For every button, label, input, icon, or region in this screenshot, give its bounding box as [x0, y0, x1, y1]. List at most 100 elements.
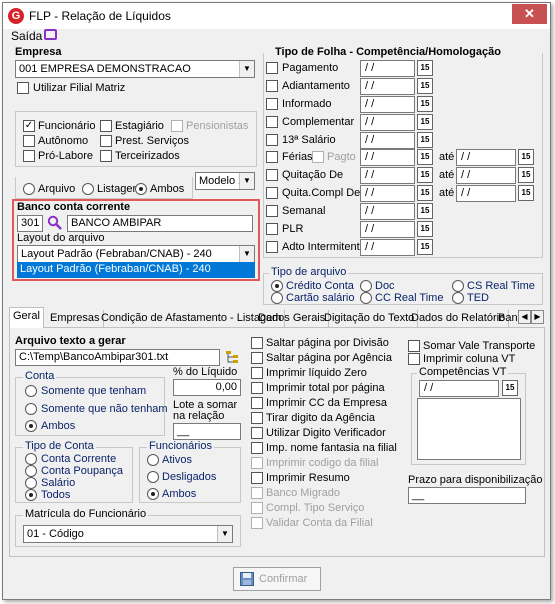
calendar-icon[interactable]: 15 — [417, 114, 433, 130]
opt-liquido-zero-checkbox[interactable] — [251, 367, 263, 379]
arquivo-radio[interactable] — [23, 183, 35, 195]
calendar-icon[interactable]: 15 — [417, 185, 433, 201]
quita-compl-checkbox[interactable] — [266, 187, 278, 199]
opt-compl-tipo-checkbox[interactable] — [251, 502, 263, 514]
opt-saltar-divisao-checkbox[interactable] — [251, 337, 263, 349]
cc-real-radio[interactable] — [360, 292, 372, 304]
opt-total-pagina-checkbox[interactable] — [251, 382, 263, 394]
lote-field[interactable]: __ — [173, 423, 241, 440]
autonomo-checkbox[interactable] — [23, 135, 35, 147]
quita-compl-date[interactable]: / / — [360, 185, 415, 202]
folder-tree-icon[interactable] — [225, 349, 241, 365]
funcionario-checkbox[interactable]: ✓ — [23, 120, 35, 132]
ativos-radio[interactable] — [147, 454, 159, 466]
modelo-select[interactable]: Modelo 2 ▼ — [195, 172, 255, 190]
calendar-icon[interactable]: 15 — [417, 203, 433, 219]
tab-dados-relatorio[interactable]: Dados do Relatório — [408, 310, 510, 328]
todos-radio[interactable] — [25, 489, 37, 501]
calendar-icon[interactable]: 15 — [417, 149, 433, 165]
credito-radio[interactable] — [271, 280, 283, 292]
empresa-select[interactable]: 001 EMPRESA DEMONSTRACAO ▼ — [15, 60, 255, 78]
ferias-date[interactable]: / / — [360, 149, 415, 166]
somar-vale-checkbox[interactable] — [408, 340, 420, 352]
cs-real-radio[interactable] — [452, 280, 464, 292]
adiantamento-checkbox[interactable] — [266, 80, 278, 92]
matricula-select[interactable]: 01 - Código ▼ — [23, 525, 233, 543]
calendar-icon[interactable]: 15 — [417, 221, 433, 237]
tab-geral[interactable]: Geral — [9, 307, 44, 328]
ferias-checkbox[interactable] — [266, 151, 278, 163]
semanal-checkbox[interactable] — [266, 205, 278, 217]
opt-nome-fantasia-checkbox[interactable] — [251, 442, 263, 454]
tab-digitacao[interactable]: Digitação do Texto — [321, 310, 419, 328]
somente-tenham-radio[interactable] — [25, 385, 37, 397]
pro-labore-checkbox[interactable] — [23, 150, 35, 162]
terceirizados-checkbox[interactable] — [100, 150, 112, 162]
menu-saida[interactable]: Saída — [11, 29, 42, 43]
semanal-date[interactable]: / / — [360, 203, 415, 220]
adiantamento-date[interactable]: / / — [360, 78, 415, 95]
layout-option[interactable]: Layout Padrão (Febraban/CNAB) - 240 — [17, 262, 255, 278]
ferias-ate-date[interactable]: / / — [456, 149, 516, 166]
quita-compl-ate-date[interactable]: / / — [456, 185, 516, 202]
desligados-radio[interactable] — [147, 471, 159, 483]
cartao-radio[interactable] — [271, 292, 283, 304]
opt-cc-empresa-checkbox[interactable] — [251, 397, 263, 409]
banco-code-field[interactable]: 301 — [17, 215, 43, 232]
tab-scroll-right-icon[interactable]: ▶ — [531, 310, 544, 324]
func-ambos-radio[interactable] — [147, 488, 159, 500]
calendar-icon[interactable]: 15 — [518, 185, 534, 201]
pagamento-checkbox[interactable] — [266, 62, 278, 74]
quitacao-date[interactable]: / / — [360, 167, 415, 184]
tab-dados-gerais[interactable]: Dados Gerais — [255, 310, 330, 328]
ambos-radio[interactable] — [135, 183, 147, 195]
arquivo-texto-field[interactable]: C:\Temp\BancoAmbipar301.txt — [15, 349, 220, 366]
opt-banco-migrado-checkbox[interactable] — [251, 487, 263, 499]
quitacao-checkbox[interactable] — [266, 169, 278, 181]
opt-resumo-checkbox[interactable] — [251, 472, 263, 484]
plr-date[interactable]: / / — [360, 221, 415, 238]
calendar-icon[interactable]: 15 — [502, 380, 518, 396]
opt-digito-verificador-checkbox[interactable] — [251, 427, 263, 439]
opt-tirar-digito-checkbox[interactable] — [251, 412, 263, 424]
prazo-field[interactable]: __ — [408, 487, 526, 504]
plr-checkbox[interactable] — [266, 223, 278, 235]
salario-radio[interactable] — [25, 477, 37, 489]
pct-liquido-field[interactable]: 0,00 — [173, 379, 241, 396]
complementar-checkbox[interactable] — [266, 116, 278, 128]
complementar-date[interactable]: / / — [360, 114, 415, 131]
calendar-icon[interactable]: 15 — [518, 149, 534, 165]
decimo-terceiro-date[interactable]: / / — [360, 132, 415, 149]
calendar-icon[interactable]: 15 — [417, 167, 433, 183]
competencias-date[interactable]: / / — [419, 380, 499, 397]
calendar-icon[interactable]: 15 — [417, 60, 433, 76]
ted-radio[interactable] — [452, 292, 464, 304]
tab-empresas[interactable]: Empresas — [47, 310, 104, 328]
opt-validar-conta-checkbox[interactable] — [251, 517, 263, 529]
somente-nao-radio[interactable] — [25, 403, 37, 415]
imprimir-vt-checkbox[interactable] — [408, 353, 420, 365]
adto-intermitente-date[interactable]: / / — [360, 239, 415, 256]
conta-corrente-radio[interactable] — [25, 453, 37, 465]
adto-intermitente-checkbox[interactable] — [266, 241, 278, 253]
search-icon[interactable] — [47, 215, 63, 231]
pagamento-date[interactable]: / / — [360, 60, 415, 77]
competencias-list[interactable] — [417, 398, 521, 460]
opt-saltar-agencia-checkbox[interactable] — [251, 352, 263, 364]
listagem-radio[interactable] — [82, 183, 94, 195]
opt-codigo-filial-checkbox[interactable] — [251, 457, 263, 469]
informado-date[interactable]: / / — [360, 96, 415, 113]
quitacao-ate-date[interactable]: / / — [456, 167, 516, 184]
conta-ambos-radio[interactable] — [25, 420, 37, 432]
screen-icon[interactable] — [44, 29, 57, 40]
pagto-checkbox[interactable] — [312, 151, 324, 163]
doc-radio[interactable] — [360, 280, 372, 292]
informado-checkbox[interactable] — [266, 98, 278, 110]
tab-scroll-left-icon[interactable]: ◀ — [518, 310, 531, 324]
decimo-terceiro-checkbox[interactable] — [266, 134, 278, 146]
layout-select[interactable]: Layout Padrão (Febraban/CNAB) - 240 ▼ — [17, 245, 255, 263]
calendar-icon[interactable]: 15 — [417, 132, 433, 148]
prest-servicos-checkbox[interactable] — [100, 135, 112, 147]
pensionistas-checkbox[interactable] — [171, 120, 183, 132]
tab-banco[interactable]: Ban — [495, 310, 521, 328]
